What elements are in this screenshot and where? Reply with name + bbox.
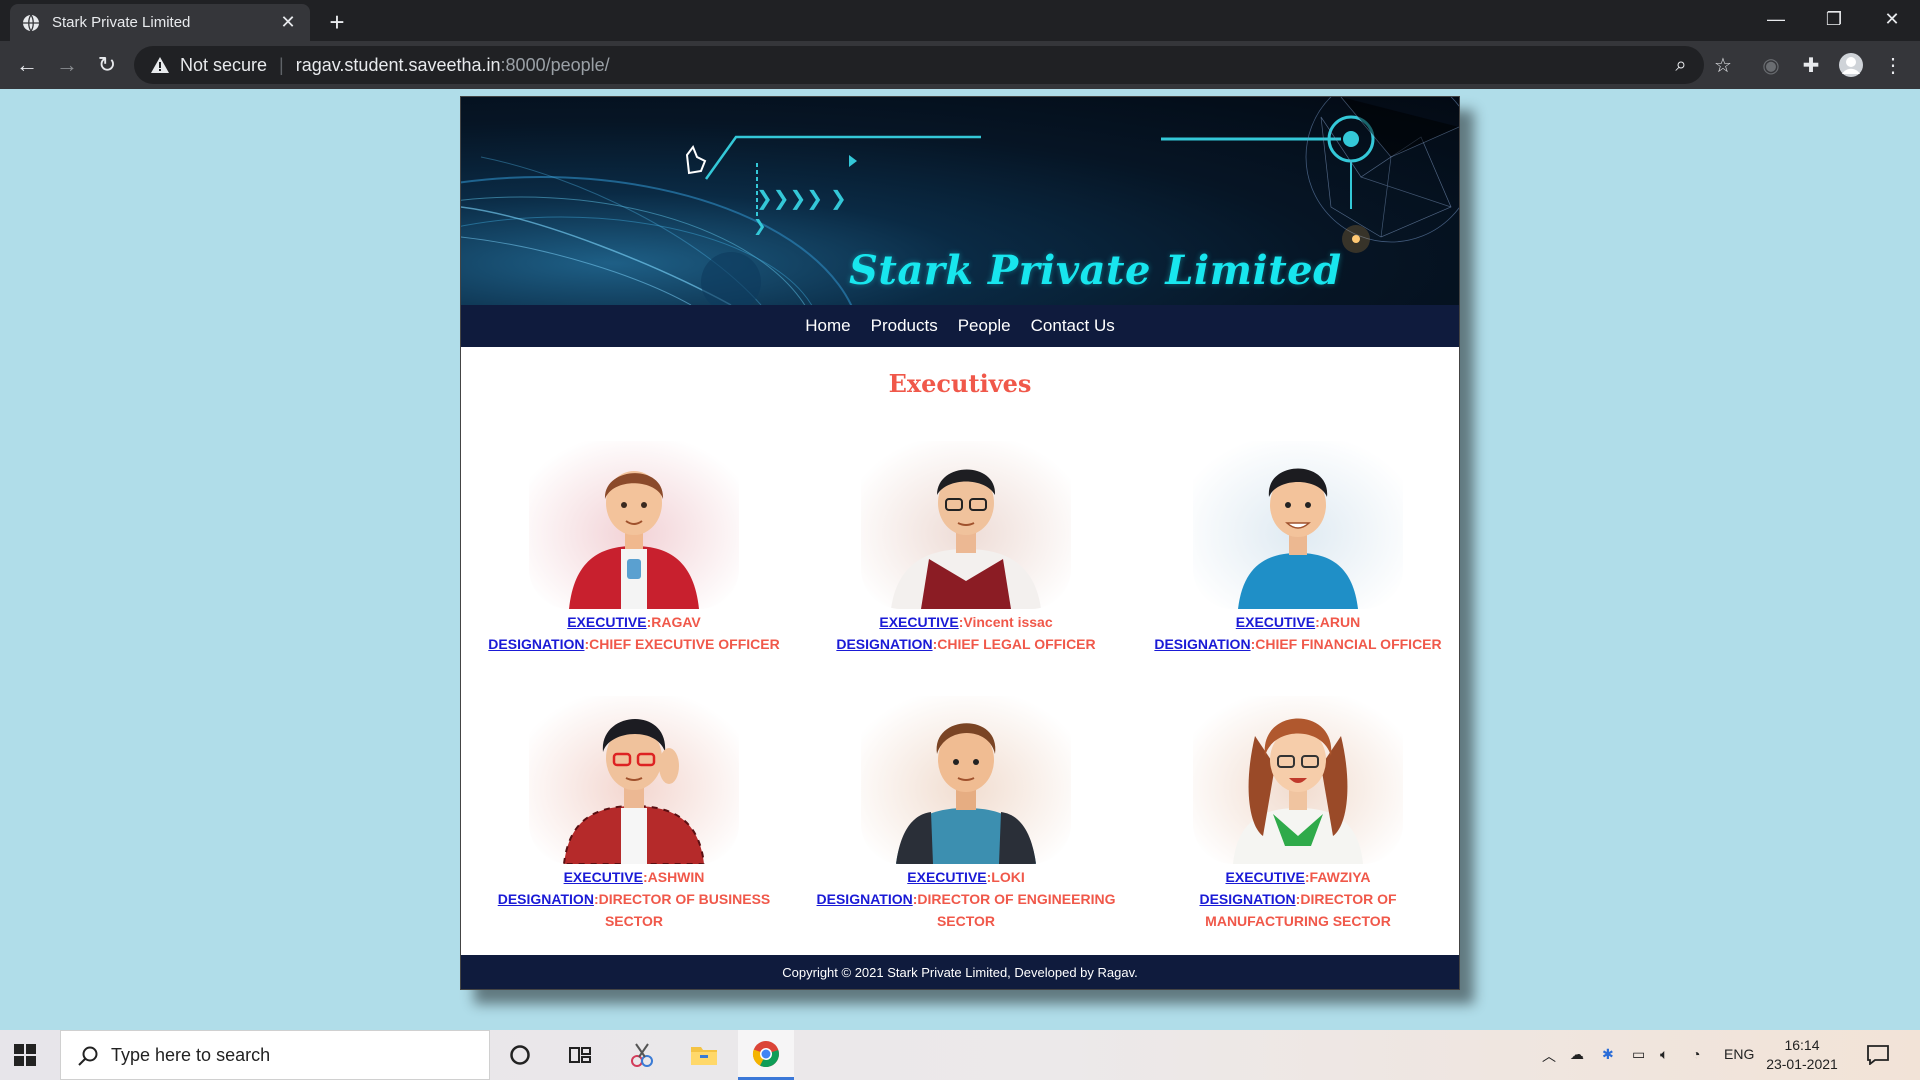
star-icon[interactable]: ☆	[1710, 52, 1736, 78]
wifi-icon[interactable]: ◔	[1692, 1046, 1700, 1062]
url-host: ragav.student.saveetha.in	[295, 54, 501, 75]
svg-text:❯❯❯❯ ❯: ❯❯❯❯ ❯	[756, 186, 847, 210]
extension-ghost-icon[interactable]: ◉	[1758, 52, 1784, 78]
avatar	[529, 696, 739, 864]
avatar	[529, 441, 739, 609]
executive-card: EXECUTIVE:ARUN DESIGNATION:CHIEF FINANCI…	[1143, 441, 1453, 655]
task-view-icon[interactable]	[552, 1030, 608, 1080]
executive-name: :FAWZIYA	[1304, 869, 1371, 885]
browser-tab-strip: Stark Private Limited ✕ + — ❐ ✕	[0, 0, 1920, 41]
website-container: ❯❯❯❯ ❯ ❯ Stark Private Limited Home Prod…	[460, 96, 1460, 990]
browser-toolbar: ← → ↻ Not secure | ragav.student.saveeth…	[0, 41, 1920, 89]
executive-name: :LOKI	[986, 869, 1025, 885]
designation-key: DESIGNATION	[497, 891, 594, 907]
avatar	[861, 441, 1071, 609]
windows-icon[interactable]	[14, 1044, 36, 1066]
battery-icon[interactable]: ▭	[1632, 1046, 1645, 1063]
cortana-icon[interactable]	[492, 1030, 548, 1080]
header-banner: ❯❯❯❯ ❯ ❯ Stark Private Limited	[461, 97, 1459, 305]
section-title: Executives	[888, 369, 1032, 398]
designation-key: DESIGNATION	[836, 636, 933, 652]
designation-key: DESIGNATION	[488, 636, 585, 652]
search-icon	[78, 1046, 98, 1066]
executive-designation: :CHIEF LEGAL OFFICER	[932, 636, 1096, 652]
reload-icon[interactable]: ↻	[92, 50, 122, 80]
close-icon[interactable]: ✕	[278, 12, 298, 33]
designation-key: DESIGNATION	[816, 891, 913, 907]
tab-title: Stark Private Limited	[52, 14, 191, 31]
window-close-button[interactable]: ✕	[1864, 0, 1920, 38]
zoom-icon[interactable]: ⌕	[1668, 52, 1694, 78]
executive-designation: :DIRECTOR OF BUSINESS SECTOR	[593, 891, 771, 929]
restore-button[interactable]: ❐	[1806, 0, 1862, 38]
address-bar[interactable]: Not secure | ragav.student.saveetha.in:8…	[134, 46, 1704, 84]
executive-info: EXECUTIVE:ARUN DESIGNATION:CHIEF FINANCI…	[1143, 611, 1453, 655]
executive-key: EXECUTIVE	[1225, 869, 1305, 885]
executive-key: EXECUTIVE	[1235, 614, 1316, 630]
executive-designation: :DIRECTOR OF ENGINEERING SECTOR	[912, 891, 1116, 929]
executive-info: EXECUTIVE:ASHWIN DESIGNATION:DIRECTOR OF…	[479, 866, 789, 932]
profile-icon[interactable]	[1838, 52, 1864, 78]
executive-name: :RAGAV	[646, 614, 701, 630]
executive-info: EXECUTIVE:Vincent issac DESIGNATION:CHIE…	[811, 611, 1121, 655]
search-placeholder: Type here to search	[111, 1044, 271, 1065]
url-path: :8000/people/	[500, 54, 610, 75]
nav-people[interactable]: People	[958, 316, 1011, 336]
clock-date: 23-01-2021	[1766, 1056, 1838, 1072]
executive-name: :ARUN	[1315, 614, 1361, 630]
url-separator: |	[279, 54, 284, 75]
onedrive-icon[interactable]: ☁	[1570, 1046, 1584, 1063]
executive-name: :Vincent issac	[958, 614, 1053, 630]
site-footer: Copyright © 2021 Stark Private Limited, …	[461, 955, 1459, 989]
forward-arrow-icon[interactable]: →	[52, 50, 82, 80]
windows-taskbar: Type here to search ︿ ☁ ✱ ▭ 🔈︎ ◔ ENG 16:…	[0, 1030, 1920, 1080]
main-nav: Home Products People Contact Us	[461, 305, 1459, 347]
taskbar-search-box[interactable]: Type here to search	[60, 1030, 490, 1080]
security-label[interactable]: Not secure	[180, 55, 267, 76]
svg-text:❯: ❯	[753, 216, 766, 235]
system-clock[interactable]: 16:14 23-01-2021	[1760, 1036, 1844, 1074]
executive-info: EXECUTIVE:RAGAV DESIGNATION:CHIEF EXECUT…	[479, 611, 789, 655]
executive-card: EXECUTIVE:ASHWIN DESIGNATION:DIRECTOR OF…	[479, 696, 789, 932]
plus-icon[interactable]: +	[323, 7, 351, 37]
executive-key: EXECUTIVE	[567, 614, 647, 630]
chevron-up-icon[interactable]: ︿	[1542, 1046, 1556, 1066]
designation-key: DESIGNATION	[1199, 891, 1296, 907]
executive-key: EXECUTIVE	[879, 614, 959, 630]
warning-icon	[151, 57, 169, 73]
executive-card: EXECUTIVE:LOKI DESIGNATION:DIRECTOR OF E…	[811, 696, 1121, 932]
nav-contact[interactable]: Contact Us	[1031, 316, 1115, 336]
site-title: Stark Private Limited	[849, 247, 1342, 294]
executive-name: :ASHWIN	[642, 869, 705, 885]
language-indicator[interactable]: ENG	[1724, 1046, 1754, 1062]
executive-card: EXECUTIVE:RAGAV DESIGNATION:CHIEF EXECUT…	[479, 441, 789, 655]
menu-icon[interactable]: ⋮	[1880, 52, 1906, 78]
avatar	[1193, 441, 1403, 609]
volume-icon[interactable]: 🔈︎	[1660, 1046, 1668, 1063]
browser-tab[interactable]: Stark Private Limited ✕	[10, 4, 310, 41]
executive-designation: :CHIEF FINANCIAL OFFICER	[1250, 636, 1442, 652]
avatar	[861, 696, 1071, 864]
file-explorer-icon[interactable]	[676, 1030, 732, 1080]
executive-key: EXECUTIVE	[563, 869, 643, 885]
back-arrow-icon[interactable]: ←	[12, 50, 42, 80]
snip-tool-icon[interactable]	[614, 1030, 670, 1080]
bluetooth-icon[interactable]: ✱	[1602, 1046, 1614, 1063]
minimize-button[interactable]: —	[1748, 0, 1804, 38]
executive-designation: :CHIEF EXECUTIVE OFFICER	[584, 636, 780, 652]
nav-products[interactable]: Products	[871, 316, 938, 336]
avatar	[1193, 696, 1403, 864]
clock-time: 16:14	[1784, 1037, 1820, 1053]
notification-icon[interactable]	[1852, 1030, 1904, 1080]
globe-icon	[23, 14, 39, 31]
chrome-icon[interactable]	[738, 1030, 794, 1080]
executive-card: EXECUTIVE:FAWZIYA DESIGNATION:DIRECTOR O…	[1143, 696, 1453, 932]
executive-info: EXECUTIVE:FAWZIYA DESIGNATION:DIRECTOR O…	[1143, 866, 1453, 932]
executive-card: EXECUTIVE:Vincent issac DESIGNATION:CHIE…	[811, 441, 1121, 655]
extensions-icon[interactable]: ✚	[1798, 52, 1824, 78]
executive-key: EXECUTIVE	[907, 869, 987, 885]
executive-info: EXECUTIVE:LOKI DESIGNATION:DIRECTOR OF E…	[811, 866, 1121, 932]
designation-key: DESIGNATION	[1154, 636, 1251, 652]
nav-home[interactable]: Home	[805, 316, 850, 336]
